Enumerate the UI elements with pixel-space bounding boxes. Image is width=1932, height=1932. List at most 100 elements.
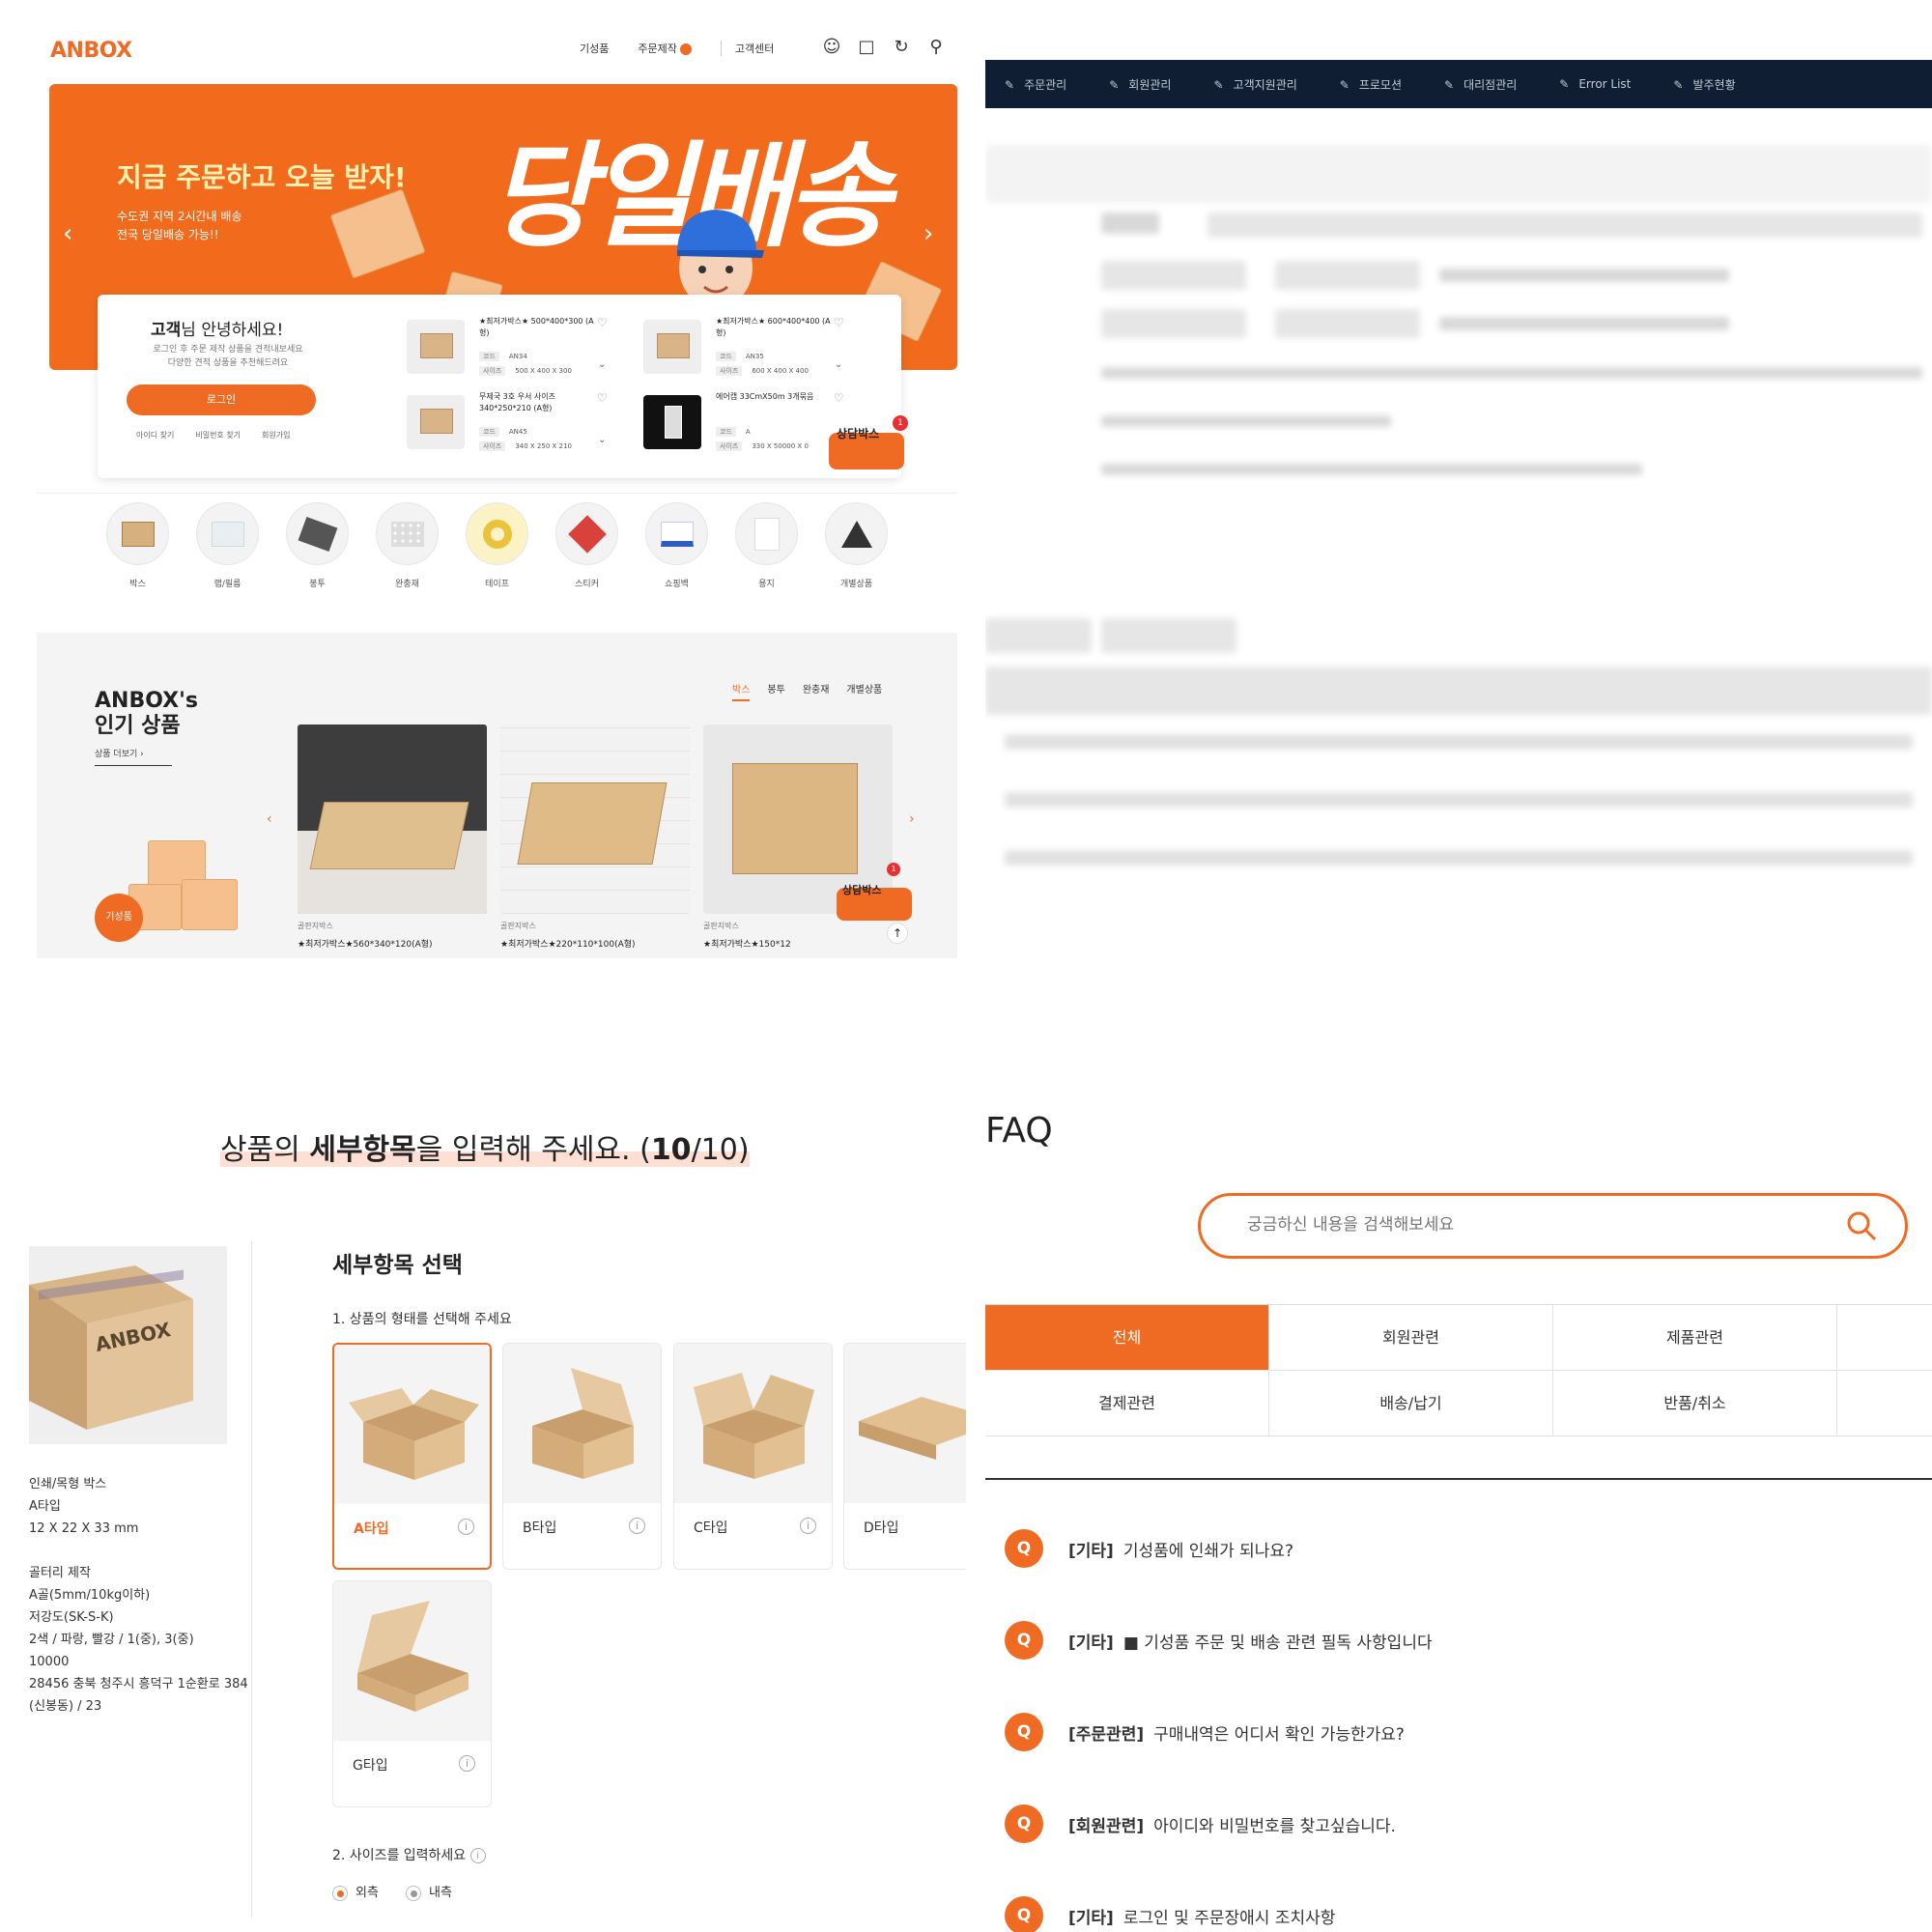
faq-item[interactable]: Q [기타] ■ 기성품 주문 및 배송 관련 필독 사항입니다 — [1005, 1616, 1433, 1664]
code-value: AN34 — [508, 353, 527, 360]
radio-outer[interactable]: 외측 — [332, 1882, 379, 1901]
chevron-down-icon[interactable]: ⌄ — [598, 359, 606, 370]
admin-menu-orders[interactable]: 주문관리 — [1005, 76, 1066, 93]
category-box[interactable]: 박스 — [106, 502, 169, 589]
tab-all[interactable]: 전체 — [985, 1305, 1269, 1371]
type-card-a[interactable]: A타입 i — [332, 1343, 492, 1570]
tab-individual[interactable]: 개별상품 — [846, 681, 882, 701]
find-id-link[interactable]: 아이디 찾기 — [136, 430, 174, 440]
type-card-b[interactable]: B타입 i — [502, 1343, 662, 1570]
radio-inner[interactable]: 내측 — [406, 1882, 452, 1901]
product-code: 코드 AN45 — [479, 427, 527, 437]
nav-ready-made[interactable]: 기성품 — [580, 41, 609, 56]
category-wrap[interactable]: 랩/필름 — [196, 502, 259, 589]
item-name[interactable]: ★최저가박스★150*12 — [703, 937, 791, 950]
ready-made-badge[interactable]: 기성품 — [95, 894, 143, 942]
tab-delivery[interactable]: 배송/납기 — [1269, 1371, 1553, 1436]
detail-title: 상품의 세부항목을 입력해 주세요. (10/10) — [220, 1125, 750, 1168]
category-tape[interactable]: 테이프 — [466, 502, 528, 589]
type-card-c[interactable]: C타입 i — [673, 1343, 833, 1570]
product-thumb — [407, 320, 465, 374]
faq-item[interactable]: Q [기타] 로그인 및 주문장애시 조치사항 — [1005, 1891, 1335, 1932]
banner-subtext: 수도권 지역 2시간내 배송 전국 당일배송 가능!! — [117, 210, 242, 242]
info-icon[interactable]: i — [800, 1518, 816, 1534]
faq-question: 아이디와 비밀번호를 찾고싶습니다. — [1153, 1816, 1396, 1836]
product-item[interactable]: 무제국 3호 우서 사이즈 340*250*210 (A형) 코드 AN45 사이… — [407, 391, 629, 459]
admin-menu-members[interactable]: 회원관리 — [1109, 76, 1171, 93]
faq-item[interactable]: Q [기타] 기성품에 인쇄가 되나요? — [1005, 1524, 1293, 1573]
tab-return[interactable]: 반품/취소 — [1553, 1371, 1837, 1436]
item-name[interactable]: ★최저가박스★220*110*100(A형) — [500, 937, 636, 950]
product-item[interactable]: ★최저가박스★ 600*400*400 (A형) 코드 AN35 사이즈 600 X… — [643, 316, 866, 384]
tape-icon — [482, 519, 512, 549]
heart-icon[interactable]: ♡ — [834, 316, 844, 329]
tab-payment[interactable]: 결제관련 — [985, 1371, 1269, 1436]
chevron-down-icon[interactable]: ⌄ — [598, 435, 606, 445]
carousel-next-arrow[interactable]: › — [909, 811, 915, 827]
history-icon[interactable]: ↻ — [891, 37, 912, 58]
category-shopping-bag[interactable]: 쇼핑백 — [645, 502, 708, 589]
divider — [985, 1478, 1932, 1480]
type-card-d[interactable]: D타입 — [843, 1343, 966, 1570]
code-label: 코드 — [716, 352, 736, 361]
category-paper[interactable]: 용지 — [735, 502, 798, 589]
admin-menu-error-list[interactable]: Error List — [1559, 77, 1631, 91]
heart-icon[interactable]: ♡ — [834, 391, 844, 405]
admin-menu-purchase[interactable]: 발주현황 — [1673, 76, 1735, 93]
heart-icon[interactable]: ♡ — [597, 391, 608, 405]
faq-item[interactable]: Q [회원관련] 아이디와 비밀번호를 찾고싶습니다. — [1005, 1800, 1396, 1848]
tab-extra[interactable] — [1837, 1305, 1932, 1371]
cart-icon[interactable]: □ — [856, 37, 877, 58]
tab-product[interactable]: 제품관련 — [1553, 1305, 1837, 1371]
scroll-top-icon[interactable]: ↑ — [887, 923, 908, 944]
user-icon[interactable]: ☺ — [821, 37, 842, 58]
logo[interactable]: ANBOX — [50, 39, 132, 63]
faq-search-input[interactable] — [1247, 1215, 1788, 1235]
search-icon[interactable] — [1845, 1209, 1878, 1242]
banner-next-arrow[interactable]: › — [923, 219, 933, 248]
consult-box-badge[interactable]: 상담박스 — [837, 874, 914, 923]
banner-prev-arrow[interactable]: ‹ — [63, 219, 72, 248]
admin-menu-promotion[interactable]: 프로모션 — [1340, 76, 1402, 93]
category-cushion[interactable]: 완충재 — [376, 502, 439, 589]
category-individual[interactable]: 개별상품 — [825, 502, 888, 589]
item-name[interactable]: ★최저가박스★560*340*120(A형) — [298, 937, 433, 950]
more-products-link[interactable]: 상품 더보기 › — [95, 747, 172, 766]
product-size: 사이즈 340 X 250 X 210 — [479, 441, 572, 451]
faq-item[interactable]: Q [주문관련] 구매내역은 어디서 확인 가능한가요? — [1005, 1708, 1405, 1756]
login-button[interactable]: 로그인 — [127, 384, 316, 415]
info-icon[interactable]: i — [469, 1848, 486, 1863]
carousel-prev-arrow[interactable]: ‹ — [267, 811, 272, 827]
category-bag[interactable]: 봉투 — [286, 502, 349, 589]
product-item[interactable]: ★최저가박스★ 500*400*300 (A형) 코드 AN34 사이즈 500 X… — [407, 316, 629, 384]
type-card-g[interactable]: G타입 i — [332, 1580, 492, 1807]
heart-icon[interactable]: ♡ — [597, 316, 608, 329]
code-value: AN45 — [508, 428, 527, 436]
info-icon[interactable]: i — [459, 1755, 475, 1772]
category-label: 스티커 — [575, 580, 599, 589]
popular-tabs: 박스 봉투 완충재 개별상품 — [732, 681, 882, 701]
product-size: 사이즈 500 X 400 X 300 — [479, 366, 572, 376]
info-icon[interactable]: i — [629, 1518, 645, 1534]
tab-cushion[interactable]: 완충재 — [803, 681, 830, 701]
category-sticker[interactable]: 스티커 — [555, 502, 618, 589]
admin-menu-agency[interactable]: 대리점관리 — [1444, 76, 1517, 93]
popular-item-image[interactable] — [298, 724, 487, 914]
consult-badge-label: 상담박스 — [842, 884, 882, 896]
popular-title: ANBOX's 인기 상품 — [95, 689, 198, 738]
tab-box[interactable]: 박스 — [732, 681, 751, 701]
tab-bag[interactable]: 봉투 — [767, 681, 784, 701]
chevron-down-icon[interactable]: ⌄ — [835, 359, 842, 370]
search-icon[interactable]: ⚲ — [925, 37, 947, 58]
admin-menu-support[interactable]: 고객지원관리 — [1213, 76, 1297, 93]
nav-customer-center[interactable]: 고객센터 — [720, 41, 774, 56]
tab-extra[interactable] — [1837, 1371, 1932, 1436]
popular-item-image[interactable] — [500, 724, 690, 914]
signup-link[interactable]: 회원가입 — [262, 430, 290, 440]
item-category: 골판지박스 — [703, 922, 739, 930]
info-icon[interactable]: i — [458, 1519, 474, 1535]
nav-custom-order[interactable]: 주문제작 — [638, 41, 692, 56]
find-password-link[interactable]: 비밀번호 찾기 — [195, 430, 241, 440]
tab-member[interactable]: 회원관련 — [1269, 1305, 1553, 1371]
consult-box-badge[interactable]: 상담박스 1 — [829, 415, 908, 473]
